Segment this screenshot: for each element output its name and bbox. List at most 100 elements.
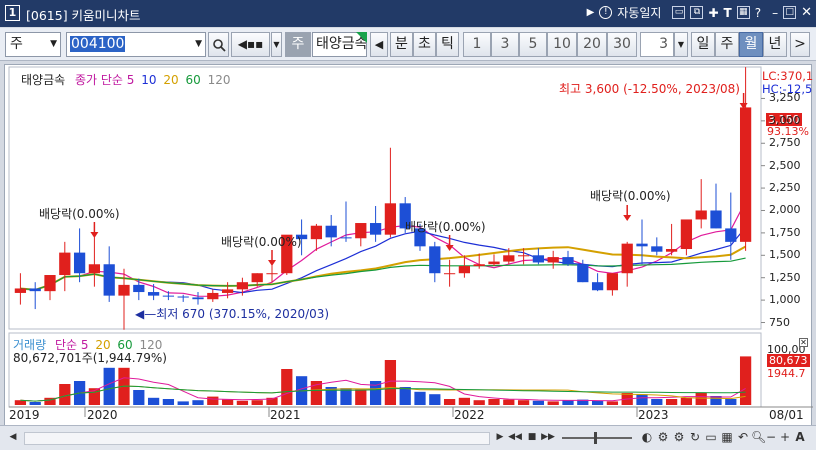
volume-bar (517, 400, 530, 405)
market-select[interactable]: 주 ▼ (5, 32, 61, 57)
zoom-in-button[interactable]: + (779, 430, 791, 447)
interval-dropdown[interactable]: ▼ (674, 32, 688, 57)
candle-body (577, 264, 589, 283)
auto-save-button[interactable]: 자동일지 (617, 4, 661, 21)
interval-10-button[interactable]: 10 (547, 32, 577, 57)
sound-dropdown[interactable]: ▼ (271, 32, 282, 57)
candle-body (547, 257, 559, 263)
y-axis-label: 2,500 (769, 158, 801, 172)
candle-body (384, 203, 397, 235)
window-icon[interactable]: ▭ (704, 430, 718, 447)
candle-body (340, 237, 352, 239)
scroll-left-button[interactable]: ◀ (6, 430, 20, 447)
high-annotation: 최고 3,600 (-12.50%, 2023/08) (559, 82, 740, 96)
info-icon[interactable]: ! (599, 6, 613, 19)
volume-last-label: 80,672,701주(1,944.79%) (13, 351, 167, 365)
legend-stock-name: 태양금속 (21, 73, 66, 87)
legend-ma-120: 120 (207, 73, 231, 87)
candle-body (710, 210, 722, 229)
period-tick-tab[interactable]: 틱 (436, 32, 459, 57)
sound-button[interactable]: ◀▪▪ (231, 32, 270, 57)
y-axis-label: 750 (769, 315, 790, 329)
range-month-tab[interactable]: 월 (739, 32, 763, 57)
stock-type-button[interactable]: 주 (285, 32, 311, 57)
rewind-button[interactable]: ◀◀ (508, 430, 522, 447)
candle-body (14, 288, 27, 293)
interval-30-button[interactable]: 30 (607, 32, 637, 57)
lc-label: LC:370,1 (762, 69, 814, 83)
interval-input[interactable]: 3 (640, 32, 674, 57)
period-minute-tab[interactable]: 분 (390, 32, 413, 57)
close-icon[interactable]: ✕ (801, 5, 812, 20)
grid-icon[interactable]: ▦ (720, 430, 734, 447)
volume-bar (103, 367, 115, 405)
candle-body (665, 249, 678, 252)
chevron-down-icon: ▼ (50, 39, 57, 49)
candle-body (133, 284, 145, 293)
candle-body (443, 273, 456, 275)
nav-arrow-icon[interactable]: ▶ (587, 7, 595, 18)
candle-body (118, 284, 130, 296)
bottom-scrollbar[interactable]: ◀ ▶ ◀◀ ■ ▶▶ ◐ ⚙ ⚙ ↻ ▭ ▦ ↶ 🔍︎ − + A (0, 425, 816, 450)
volume-bar (651, 399, 663, 405)
copy-icon[interactable]: ⧉ (690, 6, 704, 19)
volume-pct-label: 1944.7 (767, 367, 806, 380)
period-second-tab[interactable]: 초 (413, 32, 436, 57)
dividend-arrowhead-2 (268, 260, 276, 266)
layout-icon[interactable]: ▭ (672, 6, 686, 19)
interval-20-button[interactable]: 20 (577, 32, 607, 57)
chart-panel[interactable]: 태양금속 종가 단순 5 10 20 60 120 최고 3,600 (-12.… (4, 64, 814, 431)
refresh-icon[interactable]: ↻ (688, 430, 702, 447)
forward-button[interactable]: ▶▶ (541, 430, 555, 447)
interval-5-button[interactable]: 5 (519, 32, 547, 57)
toolbar-next-button[interactable]: > (790, 32, 810, 57)
range-day-tab[interactable]: 일 (691, 32, 715, 57)
zoom-search-icon[interactable]: 🔍︎ (751, 430, 766, 447)
zoom-out-button[interactable]: − (765, 430, 777, 447)
help-icon[interactable]: ? (755, 6, 761, 20)
text-icon[interactable]: T (724, 6, 732, 20)
y-axis-label: 2,250 (769, 181, 801, 195)
volume-price-tag: 80,673 (767, 354, 810, 367)
volume-bar (695, 393, 707, 405)
stop-button[interactable]: ■ (525, 430, 539, 447)
candle-body (29, 288, 41, 292)
dividend-label-1: 배당락(0.00%) (39, 207, 120, 221)
maximize-icon[interactable]: □ (783, 6, 797, 19)
scroll-track[interactable] (24, 432, 490, 445)
interval-3-button[interactable]: 3 (491, 32, 519, 57)
toolbar: 주 ▼ 004100 ▼ ◀▪▪ ▼ 주 태양금속 ◀ 분 초 틱 1 3 5 10… (0, 28, 816, 61)
zoom-slider-handle[interactable] (594, 432, 597, 444)
grid-icon[interactable]: ▦ (736, 6, 750, 19)
settings-icon[interactable]: ⚙ (656, 430, 670, 447)
dividend-arrowhead-4 (623, 215, 632, 221)
candle-body (739, 107, 752, 242)
candle-body (88, 264, 101, 274)
volume-bar (177, 401, 189, 405)
code-input[interactable]: 004100 ▼ (66, 32, 206, 57)
y-axis-label: 3,250 (769, 91, 801, 105)
candle-body (355, 223, 367, 239)
range-year-tab[interactable]: 년 (763, 32, 787, 57)
font-size-button[interactable]: A (793, 430, 807, 447)
interval-1-button[interactable]: 1 (463, 32, 491, 57)
volume-bar (147, 397, 160, 405)
volume-bar (547, 401, 559, 405)
candle-body (651, 246, 663, 252)
pin-icon[interactable]: ✚ (708, 6, 718, 20)
prev-stock-button[interactable]: ◀ (370, 32, 388, 57)
minimize-icon[interactable]: – (772, 6, 778, 20)
scroll-right-button[interactable]: ▶ (493, 430, 507, 447)
volume-bar (458, 397, 471, 405)
stock-chart[interactable] (5, 65, 813, 431)
candle-body (162, 295, 175, 297)
zoom-slider[interactable] (562, 437, 632, 439)
zoom-reset-icon[interactable]: ↶ (736, 430, 750, 447)
search-button[interactable] (208, 32, 229, 57)
chart-settings-icon[interactable]: ⚙ (672, 430, 686, 447)
volume-bar (59, 384, 71, 405)
toggle-icon[interactable]: ◐ (640, 430, 654, 447)
range-week-tab[interactable]: 주 (715, 32, 739, 57)
arrow-left-icon: ◀— (135, 307, 157, 321)
volume-close-icon[interactable]: ✕ (799, 338, 808, 347)
